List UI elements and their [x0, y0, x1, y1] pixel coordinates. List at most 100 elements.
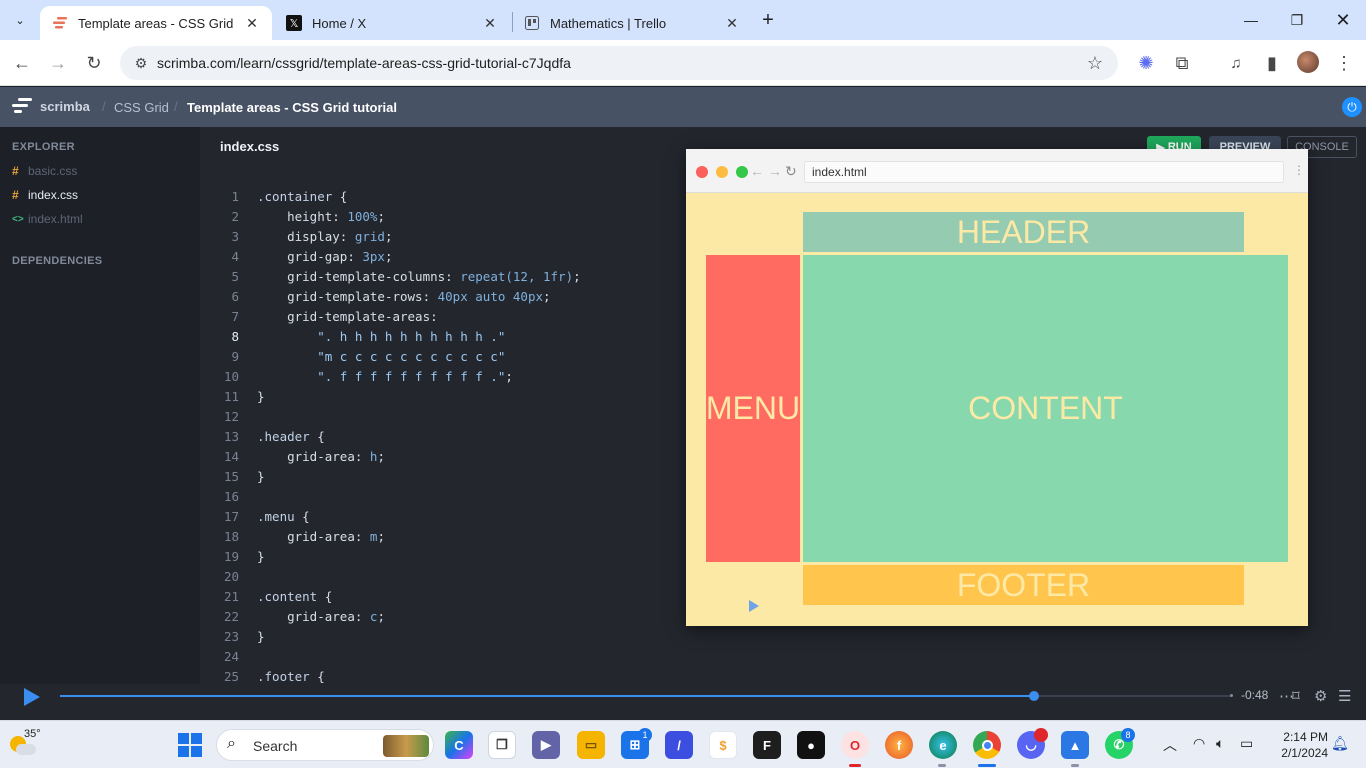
- notification-bell-icon[interactable]: 🔔︎: [1331, 735, 1349, 752]
- line-code[interactable]: .content {: [257, 587, 332, 607]
- wifi-icon[interactable]: ◠: [1193, 735, 1205, 752]
- line-code[interactable]: .container {: [257, 187, 347, 207]
- weather-widget[interactable]: 35°: [8, 728, 41, 760]
- browser-tab-strip: ⌄ Template areas - CSS Grid tutor ✕ 𝕏 Ho…: [0, 0, 1366, 40]
- power-icon[interactable]: ⏻: [1342, 97, 1362, 117]
- browser-menu-icon[interactable]: ⋮: [1332, 51, 1356, 75]
- line-code[interactable]: grid-area: h;: [257, 447, 385, 467]
- dependencies-heading[interactable]: DEPENDENCIES: [12, 255, 102, 267]
- photos-icon[interactable]: ▲: [1061, 731, 1089, 759]
- line-code[interactable]: grid-area: m;: [257, 527, 385, 547]
- line-number: 18: [223, 529, 239, 544]
- taskbar-clock[interactable]: 2:14 PM 2/1/2024: [1272, 729, 1328, 761]
- close-tab-icon[interactable]: ✕: [482, 15, 498, 31]
- preview-forward-icon[interactable]: →: [768, 163, 782, 179]
- preview-more-icon[interactable]: ⋮: [1293, 163, 1305, 177]
- file-explorer-icon[interactable]: ▭: [577, 731, 605, 759]
- extensions-puzzle-icon[interactable]: ⧉: [1170, 51, 1194, 75]
- chevron-up-icon[interactable]: ︿: [1163, 735, 1177, 755]
- taskbar-search[interactable]: ⌕ Search: [216, 729, 434, 761]
- meet-icon[interactable]: ▶: [532, 731, 560, 759]
- task-view-icon[interactable]: ❐: [488, 731, 516, 759]
- line-number: 15: [223, 469, 239, 484]
- line-code[interactable]: grid-gap: 3px;: [257, 247, 392, 267]
- browser-tab-x[interactable]: 𝕏 Home / X ✕: [274, 6, 510, 40]
- line-code[interactable]: grid-template-columns: repeat(12, 1fr);: [257, 267, 581, 287]
- bookmark-star-icon[interactable]: ☆: [1084, 52, 1106, 74]
- line-code[interactable]: grid-template-areas:: [257, 307, 438, 327]
- edge-icon[interactable]: e: [929, 731, 957, 759]
- bookmark-icon[interactable]: ⌑: [1292, 687, 1300, 705]
- crypto-app-icon[interactable]: $: [709, 731, 737, 759]
- progress-track[interactable]: [60, 695, 1232, 697]
- html-file-icon: <>: [12, 213, 24, 225]
- progress-knob[interactable]: [1029, 691, 1039, 701]
- line-code[interactable]: ". h h h h h h h h h h .": [257, 327, 505, 347]
- line-code[interactable]: }: [257, 467, 265, 487]
- line-code[interactable]: .menu {: [257, 507, 310, 527]
- line-code[interactable]: display: grid;: [257, 227, 392, 247]
- windows-start-icon[interactable]: [178, 733, 202, 757]
- line-code[interactable]: height: 100%;: [257, 207, 385, 227]
- file-index-css[interactable]: # index.css: [12, 188, 78, 202]
- line-number: 19: [223, 549, 239, 564]
- line-code[interactable]: ". f f f f f f f f f f .";: [257, 367, 513, 387]
- copilot-icon[interactable]: C: [445, 731, 473, 759]
- breadcrumb-course[interactable]: CSS Grid: [114, 100, 169, 115]
- back-button[interactable]: ←: [10, 51, 34, 75]
- chevron-down-icon: ⌄: [15, 14, 25, 27]
- file-index-html[interactable]: <> index.html: [12, 212, 83, 226]
- line-code[interactable]: grid-area: c;: [257, 607, 385, 627]
- battery-icon[interactable]: ▭: [1240, 735, 1253, 752]
- url-text[interactable]: scrimba.com/learn/cssgrid/template-areas…: [157, 55, 571, 71]
- settings-gear-icon[interactable]: ⚙: [1314, 687, 1327, 705]
- reload-icon: ↻: [86, 52, 102, 73]
- forward-button[interactable]: →: [46, 51, 70, 75]
- new-tab-button[interactable]: +: [756, 8, 780, 32]
- breadcrumb-separator: /: [174, 99, 178, 114]
- minimize-button[interactable]: —: [1228, 0, 1274, 40]
- x-favicon-icon: 𝕏: [286, 15, 302, 31]
- play-icon[interactable]: [24, 688, 40, 706]
- profile-avatar[interactable]: [1297, 51, 1319, 73]
- temperature: 35°: [24, 728, 41, 740]
- editor-file-tab[interactable]: index.css: [220, 139, 279, 154]
- github-icon[interactable]: ●: [797, 731, 825, 759]
- line-code[interactable]: .header {: [257, 427, 325, 447]
- line-number: 20: [223, 569, 239, 584]
- firefox-icon[interactable]: f: [885, 731, 913, 759]
- close-tab-icon[interactable]: ✕: [724, 15, 740, 31]
- close-tab-icon[interactable]: ✕: [244, 15, 260, 31]
- preview-url[interactable]: index.html: [804, 161, 1284, 183]
- reload-button[interactable]: ↻: [82, 51, 106, 75]
- restore-button[interactable]: ❐: [1274, 0, 1320, 40]
- chrome-icon[interactable]: [973, 731, 1001, 759]
- volume-icon[interactable]: 🔈︎: [1216, 735, 1224, 752]
- line-code[interactable]: }: [257, 627, 265, 647]
- menu-lines-icon[interactable]: ☰: [1338, 687, 1351, 705]
- browser-tab-scrimba[interactable]: Template areas - CSS Grid tutor ✕: [40, 6, 272, 40]
- side-panel-icon[interactable]: ▮: [1260, 51, 1284, 75]
- scrimba-logo[interactable]: scrimba: [12, 98, 90, 114]
- browser-tab-trello[interactable]: Mathematics | Trello ✕: [512, 6, 752, 40]
- line-code[interactable]: }: [257, 547, 265, 567]
- line-code[interactable]: grid-template-rows: 40px auto 40px;: [257, 287, 550, 307]
- media-control-icon[interactable]: ♫: [1224, 51, 1248, 75]
- close-window-button[interactable]: ✕: [1320, 0, 1366, 40]
- preview-reload-icon[interactable]: ↻: [785, 163, 797, 180]
- opera-icon[interactable]: O: [841, 731, 869, 759]
- file-basic-css[interactable]: # basic.css: [12, 164, 77, 178]
- minimize-dot[interactable]: [716, 166, 728, 178]
- close-dot[interactable]: [696, 166, 708, 178]
- tab-search-button[interactable]: ⌄: [8, 8, 32, 32]
- preview-back-icon[interactable]: ←: [750, 163, 764, 179]
- figma-icon[interactable]: F: [753, 731, 781, 759]
- line-number: 2: [231, 209, 239, 224]
- maximize-dot[interactable]: [736, 166, 748, 178]
- editor-app-icon[interactable]: /: [665, 731, 693, 759]
- line-code[interactable]: "m c c c c c c c c c c c": [257, 347, 505, 367]
- extension-perplexity-icon[interactable]: ✺: [1134, 51, 1158, 75]
- line-code[interactable]: }: [257, 387, 265, 407]
- site-settings-icon[interactable]: ⚙: [132, 54, 150, 72]
- address-bar[interactable]: ⚙ scrimba.com/learn/cssgrid/template-are…: [120, 46, 1118, 80]
